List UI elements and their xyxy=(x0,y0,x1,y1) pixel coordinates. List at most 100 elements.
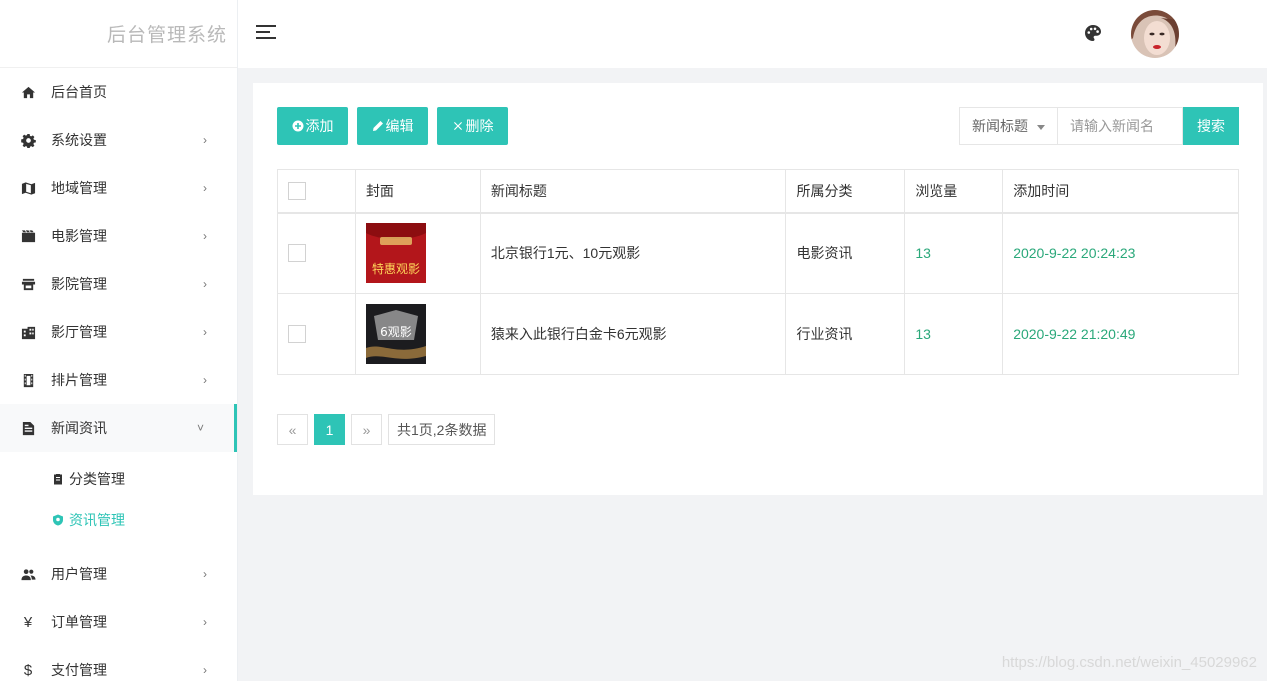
cover-image: 特惠观影 xyxy=(365,223,426,284)
film-icon xyxy=(20,228,36,244)
app-title: 后台管理系统 xyxy=(106,25,227,46)
yen-icon: ¥ xyxy=(23,613,33,631)
film-strip-icon xyxy=(20,372,36,388)
sidebar-item-label: 系统设置 xyxy=(51,132,107,148)
row-select-cell xyxy=(277,212,356,294)
chevron-right-icon: › xyxy=(203,615,207,629)
sidebar-item-system-settings[interactable]: 系统设置 › xyxy=(0,116,237,164)
cover-text: 特惠观影 xyxy=(372,261,420,276)
sidebar-item-news[interactable]: 新闻资讯 ˅ xyxy=(0,404,237,452)
row-checkbox[interactable] xyxy=(288,244,306,263)
sidebar-item-label: 排片管理 xyxy=(51,372,107,388)
pencil-icon xyxy=(372,121,383,131)
chevron-right-icon: › xyxy=(203,663,207,677)
search-field-label: 新闻标题 xyxy=(972,118,1028,134)
next-page-button[interactable]: » xyxy=(351,414,382,445)
sidebar-item-home[interactable]: 后台首页 xyxy=(0,68,237,116)
news-table: 封面 新闻标题 所属分类 浏览量 添加时间 特惠观影 北京银行1元、10元观影 … xyxy=(277,169,1239,375)
sidebar-item-halls[interactable]: 影厅管理 › xyxy=(0,308,237,356)
sidebar-item-label: 订单管理 xyxy=(51,614,107,630)
table-row[interactable]: 6观影 猿来入此银行白金卡6元观影 行业资讯 13 2020-9-22 21:2… xyxy=(277,293,1239,375)
column-header: 所属分类 xyxy=(785,169,906,214)
chevron-right-icon: › xyxy=(203,567,207,581)
row-checkbox[interactable] xyxy=(288,325,306,344)
news-submenu: 分类管理 资讯管理 xyxy=(0,452,237,550)
added-time-cell: 2020-9-22 21:20:49 xyxy=(1002,293,1239,375)
plus-circle-icon xyxy=(292,120,303,132)
sidebar-subitem-news-manage[interactable]: 资讯管理 xyxy=(0,499,237,540)
cover-text: 6观影 xyxy=(380,325,412,339)
gear-icon xyxy=(20,132,36,148)
chevron-right-icon: › xyxy=(203,181,207,195)
sidebar-item-region[interactable]: 地域管理 › xyxy=(0,164,237,212)
added-time-cell: 2020-9-22 20:24:23 xyxy=(1002,212,1239,294)
search-bar: 新闻标题 搜索 xyxy=(959,107,1239,145)
views-cell: 13 xyxy=(904,212,1004,294)
cover-cell: 6观影 xyxy=(354,293,481,375)
sidebar-item-orders[interactable]: ¥ 订单管理 › xyxy=(0,598,237,646)
pagination: « 1 » 共1页,2条数据 xyxy=(277,414,496,445)
chevron-right-icon: › xyxy=(203,325,207,339)
building-icon xyxy=(20,324,36,340)
pagination-info: 共1页,2条数据 xyxy=(388,414,496,445)
chevron-down-icon: ˅ xyxy=(196,421,204,435)
category-cell: 行业资讯 xyxy=(785,293,906,375)
shield-icon xyxy=(52,514,64,526)
sidebar-item-payments[interactable]: $ 支付管理 › xyxy=(0,646,237,681)
select-all-checkbox[interactable] xyxy=(288,181,306,200)
sidebar-item-cinemas[interactable]: 影院管理 › xyxy=(0,260,237,308)
sidebar-item-label: 新闻资讯 xyxy=(51,420,107,436)
menu-toggle-icon[interactable] xyxy=(256,24,276,40)
sidebar-item-schedule[interactable]: 排片管理 › xyxy=(0,356,237,404)
sidebar-item-label: 支付管理 xyxy=(51,662,107,678)
edit-button-label: 编辑 xyxy=(385,118,414,134)
prev-page-button[interactable]: « xyxy=(277,414,308,445)
close-icon xyxy=(453,122,462,130)
search-field-select[interactable]: 新闻标题 xyxy=(959,107,1058,145)
palette-icon[interactable] xyxy=(1084,24,1102,42)
delete-button[interactable]: 删除 xyxy=(437,107,508,145)
cover-cell: 特惠观影 xyxy=(354,212,481,294)
map-icon xyxy=(20,180,36,196)
chevron-right-icon: › xyxy=(203,133,207,147)
add-button-label: 添加 xyxy=(305,118,334,134)
news-list-card: 添加 编辑 删除 新闻标题 搜索 封面 新闻标题 所属分类 浏览量 添加时间 xyxy=(253,83,1263,495)
sidebar-subitem-label: 资讯管理 xyxy=(69,511,125,528)
dollar-icon: $ xyxy=(23,661,33,679)
sidebar-item-label: 用户管理 xyxy=(51,566,107,582)
sidebar-item-movies[interactable]: 电影管理 › xyxy=(0,212,237,260)
clipboard-icon xyxy=(52,473,64,485)
search-input[interactable] xyxy=(1058,107,1183,145)
page-button-current[interactable]: 1 xyxy=(314,414,345,445)
column-header: 添加时间 xyxy=(1002,169,1239,214)
add-button[interactable]: 添加 xyxy=(277,107,348,145)
caret-down-icon xyxy=(1037,125,1045,130)
sidebar-item-label: 后台首页 xyxy=(51,84,107,100)
news-title-cell: 北京银行1元、10元观影 xyxy=(479,212,787,294)
store-icon xyxy=(20,276,36,292)
watermark: https://blog.csdn.net/weixin_45029962 xyxy=(1001,654,1257,671)
views-cell: 13 xyxy=(904,293,1004,375)
sidebar-subitem-label: 分类管理 xyxy=(69,470,125,487)
avatar[interactable] xyxy=(1131,10,1179,58)
sidebar-subitem-category[interactable]: 分类管理 xyxy=(0,458,237,499)
sidebar-item-label: 地域管理 xyxy=(51,180,107,196)
sidebar-item-label: 影厅管理 xyxy=(51,324,107,340)
sidebar-item-label: 影院管理 xyxy=(51,276,107,292)
search-button[interactable]: 搜索 xyxy=(1183,107,1239,145)
table-row[interactable]: 特惠观影 北京银行1元、10元观影 电影资讯 13 2020-9-22 20:2… xyxy=(277,212,1239,294)
column-header: 浏览量 xyxy=(904,169,1004,214)
edit-button[interactable]: 编辑 xyxy=(357,107,428,145)
column-header: 封面 xyxy=(354,169,481,214)
users-icon xyxy=(20,566,36,582)
table-header-row: 封面 新闻标题 所属分类 浏览量 添加时间 xyxy=(277,169,1239,214)
sidebar: 后台管理系统 后台首页 系统设置 › 地域管理 › 电影管理 › 影院管理 › … xyxy=(0,0,238,681)
brand: 后台管理系统 xyxy=(0,0,237,68)
chevron-right-icon: › xyxy=(203,277,207,291)
delete-button-label: 删除 xyxy=(465,118,494,134)
row-select-cell xyxy=(277,293,356,375)
column-header: 新闻标题 xyxy=(479,169,787,214)
sidebar-item-users[interactable]: 用户管理 › xyxy=(0,550,237,598)
home-icon xyxy=(20,84,36,100)
sidebar-item-label: 电影管理 xyxy=(51,228,107,244)
